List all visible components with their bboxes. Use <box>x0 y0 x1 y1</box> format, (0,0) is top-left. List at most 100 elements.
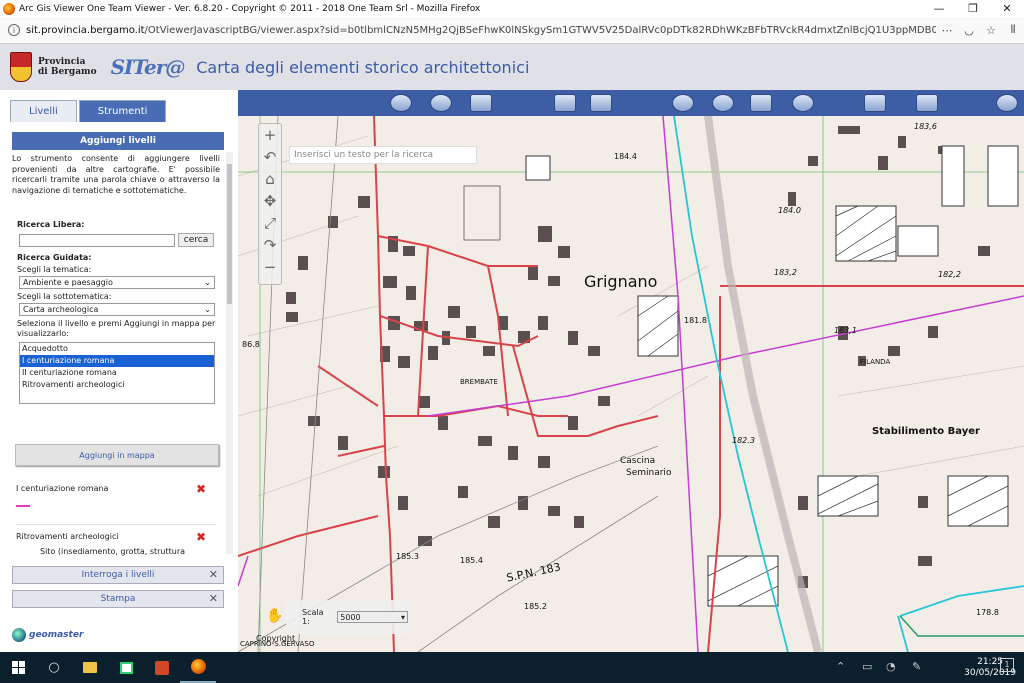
chevron-up-icon[interactable]: ⌃ <box>836 660 845 673</box>
app-title: Carta degli elementi storico architetton… <box>196 57 530 77</box>
height-label: 182.3 <box>732 436 755 445</box>
locate-tool-icon[interactable] <box>712 94 734 112</box>
export-tool-icon[interactable] <box>590 94 612 112</box>
free-search-label: Ricerca Libera: <box>17 220 85 229</box>
list-item-selected[interactable]: I centuriazione romana <box>20 355 214 367</box>
compass-tool-icon[interactable] <box>792 94 814 112</box>
geomaster-text: geomaster <box>29 630 84 640</box>
pen-icon[interactable]: ✎ <box>912 660 921 673</box>
table-tool-icon[interactable] <box>750 94 772 112</box>
seminario-label: Seminario <box>626 468 672 478</box>
close-icon[interactable]: ✕ <box>209 592 218 605</box>
store-icon[interactable] <box>108 652 144 683</box>
close-icon[interactable]: ✕ <box>209 568 218 581</box>
powerpoint-icon[interactable] <box>144 652 180 683</box>
accordion-label: Stampa <box>100 594 136 604</box>
left-panel: Livelli Strumenti Aggiungi livelli Lo st… <box>0 90 238 652</box>
address-bar[interactable]: i sit.provincia.bergamo.it/OtViewerJavas… <box>0 17 1024 44</box>
close-button[interactable]: ✕ <box>990 0 1024 17</box>
legend-swatch <box>16 505 30 507</box>
search-icon[interactable]: ○ <box>36 652 72 683</box>
library-icon[interactable]: ⦀ <box>1002 23 1024 37</box>
copyright-text: Copyright <box>256 634 296 643</box>
list-item[interactable]: Acquedotto <box>20 343 214 355</box>
theme-select[interactable]: Ambiente e paesaggio ⌄ <box>19 276 215 289</box>
height-label: 86.8 <box>242 340 260 349</box>
map-canvas[interactable] <box>238 116 1024 652</box>
map-background <box>238 116 1024 652</box>
pocket-icon[interactable]: ◡ <box>958 24 980 37</box>
zoom-out-icon[interactable]: − <box>259 256 281 278</box>
tab-livelli[interactable]: Livelli <box>10 100 77 122</box>
scale-label: Scala 1: <box>302 608 324 626</box>
scale-select-value: 5000 <box>340 612 361 622</box>
subtheme-select-value: Carta archeologica <box>23 305 99 314</box>
help-tool-icon[interactable] <box>996 94 1018 112</box>
url-host: sit.provincia.bergamo.it <box>26 24 145 36</box>
undo-extent-icon[interactable]: ↶ <box>259 146 281 168</box>
search-button[interactable]: cerca <box>178 233 214 247</box>
file-explorer-icon[interactable] <box>72 652 108 683</box>
identify-tool-icon[interactable] <box>390 94 412 112</box>
url-text[interactable]: sit.provincia.bergamo.it/OtViewerJavascr… <box>26 25 936 36</box>
map-search-input[interactable]: Inserisci un testo per la ricerca <box>289 146 477 164</box>
more-actions-icon[interactable]: ⋯ <box>936 24 958 37</box>
redo-extent-icon[interactable]: ↷ <box>259 234 281 256</box>
firefox-taskbar-icon[interactable] <box>180 652 216 683</box>
info-tool-icon[interactable] <box>672 94 694 112</box>
notification-icon[interactable]: 1 <box>1000 658 1014 672</box>
free-search-input[interactable] <box>19 233 175 247</box>
window-titlebar: Arc Gis Viewer One Team Viewer - Ver. 6.… <box>0 0 1024 17</box>
remove-layer-icon[interactable]: ✖ <box>196 531 206 543</box>
theme-label: Scegli la tematica: <box>17 265 92 274</box>
panel-scrollbar[interactable] <box>226 152 233 554</box>
added-layer-subtext: Sito (insediamento, grotta, struttura <box>40 547 186 556</box>
subtheme-select[interactable]: Carta archeologica ⌄ <box>19 303 215 316</box>
zoom-in-icon[interactable]: + <box>259 124 281 146</box>
network-icon[interactable]: ▭ <box>862 660 872 673</box>
full-extent-icon[interactable]: ⤢ <box>259 212 281 234</box>
added-layer-item: Ritrovamenti archeologici Sito (insediam… <box>16 531 216 556</box>
minimize-button[interactable]: — <box>922 0 956 17</box>
chevron-down-icon: ⌄ <box>204 305 211 314</box>
accordion-interroga[interactable]: Interroga i livelli ✕ <box>12 566 224 584</box>
stabilimento-label: Stabilimento Bayer <box>872 426 980 437</box>
chevron-down-icon: ▾ <box>400 612 405 622</box>
home-icon[interactable]: ⌂ <box>259 168 281 190</box>
accordion-stampa[interactable]: Stampa ✕ <box>12 590 224 608</box>
list-item[interactable]: II centuriazione romana <box>20 367 214 379</box>
map-navigation-control: + ↶ ⌂ ✥ ⤢ ↷ − <box>258 123 282 285</box>
added-layer-name: I centuriazione romana <box>16 484 109 493</box>
add-to-map-button[interactable]: Aggiungi in mappa <box>15 444 219 466</box>
height-label: 185.3 <box>396 552 419 561</box>
hand-icon[interactable]: ✋ <box>266 608 283 624</box>
info-icon[interactable]: i <box>8 24 20 36</box>
height-label: 183,6 <box>914 122 937 131</box>
tab-strumenti[interactable]: Strumenti <box>78 100 167 122</box>
theme-select-value: Ambiente e paesaggio <box>23 278 113 287</box>
province-line1: Provincia <box>38 57 86 67</box>
scale-select[interactable]: 5000 ▾ <box>337 611 408 623</box>
height-label: 181.8 <box>684 316 707 325</box>
layer-listbox[interactable]: Acquedotto I centuriazione romana II cen… <box>19 342 215 404</box>
layers-tool-icon[interactable] <box>916 94 938 112</box>
ruler-tool-icon[interactable] <box>864 94 886 112</box>
maximize-button[interactable]: ❐ <box>956 0 990 17</box>
province-name: Provincia di Bergamo <box>38 57 97 77</box>
add-tool-icon[interactable] <box>470 94 492 112</box>
remove-layer-icon[interactable]: ✖ <box>196 483 206 495</box>
pan-icon[interactable]: ✥ <box>259 190 281 212</box>
scrollbar-thumb[interactable] <box>227 164 232 304</box>
start-button[interactable] <box>0 652 36 683</box>
province-crest-icon <box>10 52 32 82</box>
height-label: 183,2 <box>774 268 797 277</box>
app-header: Provincia di Bergamo SITer@ Carta degli … <box>0 44 1024 90</box>
print-tool-icon[interactable] <box>554 94 576 112</box>
list-item[interactable]: Ritrovamenti archeologici <box>20 379 214 391</box>
map-area[interactable]: Grignano BREMBATE Cascina Seminario Stab… <box>238 90 1024 652</box>
siter-logo: SITer@ <box>110 55 186 79</box>
bookmark-star-icon[interactable]: ☆ <box>980 24 1002 37</box>
guided-search-label: Ricerca Guidata: <box>17 253 92 262</box>
measure-tool-icon[interactable] <box>430 94 452 112</box>
wifi-icon[interactable]: ◔ <box>886 660 896 673</box>
